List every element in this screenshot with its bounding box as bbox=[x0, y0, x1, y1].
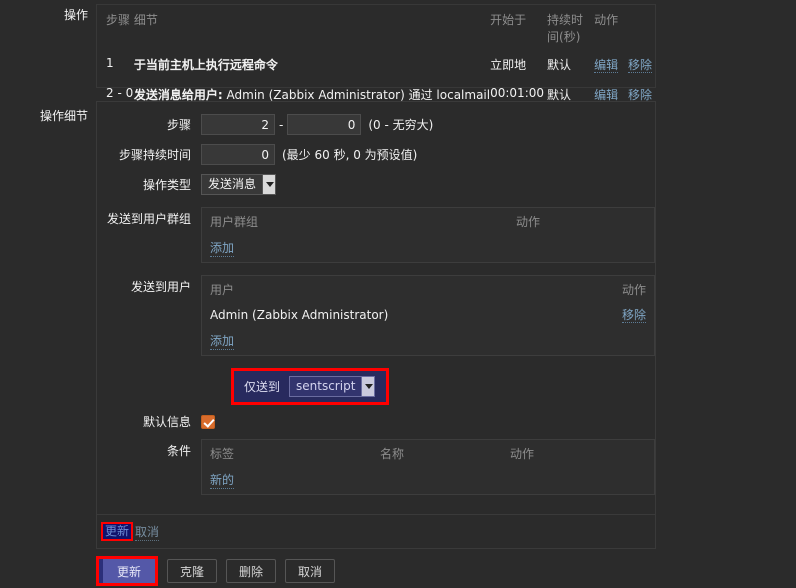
add-user-link[interactable]: 添加 bbox=[210, 332, 235, 350]
send-only-to-label: 仅送到 bbox=[244, 380, 281, 394]
zabbix-action-operations-page: 操作 步骤 细节 开始于 持续时间(秒) 动作 1 于当前主机上执行远程命令 立… bbox=[0, 0, 796, 588]
operation-type-select[interactable]: 发送消息 bbox=[201, 174, 277, 195]
col-user: 用户 bbox=[210, 282, 235, 297]
col-duration: 持续时间(秒) bbox=[547, 13, 584, 44]
send-to-user-groups-row: 发送到用户群组 用户群组 动作 添加 bbox=[97, 207, 655, 263]
cancel-operation-link[interactable]: 取消 bbox=[135, 523, 160, 541]
users-table: 用户 动作 Admin (Zabbix Administrator) 移除 添加 bbox=[201, 275, 655, 356]
users-table-header: 用户 动作 bbox=[202, 276, 654, 302]
chevron-down-icon[interactable] bbox=[262, 175, 276, 194]
col-action: 动作 bbox=[510, 446, 535, 461]
remove-link[interactable]: 移除 bbox=[627, 58, 652, 73]
col-user-group: 用户群组 bbox=[210, 214, 259, 229]
operations-section-label: 操作 bbox=[63, 8, 88, 22]
clone-button[interactable]: 克隆 bbox=[167, 559, 218, 583]
add-user-group-link[interactable]: 添加 bbox=[210, 239, 235, 257]
operations-panel: 步骤 细节 开始于 持续时间(秒) 动作 1 于当前主机上执行远程命令 立即地 … bbox=[96, 4, 656, 103]
update-button[interactable]: 更新 bbox=[103, 559, 155, 583]
new-condition-link[interactable]: 新的 bbox=[210, 471, 235, 489]
table-row: Admin (Zabbix Administrator) 移除 bbox=[202, 302, 654, 327]
col-action: 动作 bbox=[594, 13, 619, 27]
update-operation-link[interactable]: 更新 bbox=[105, 524, 129, 538]
operation-type-row: 操作类型 发送消息 bbox=[97, 174, 655, 195]
edit-link[interactable]: 编辑 bbox=[594, 58, 619, 73]
default-message-checkbox[interactable] bbox=[201, 414, 215, 429]
user-groups-table: 用户群组 动作 添加 bbox=[201, 207, 655, 263]
conditions-table-header: 标签 名称 动作 bbox=[202, 440, 654, 466]
col-start: 开始于 bbox=[490, 13, 527, 27]
users-add-row: 添加 bbox=[202, 327, 654, 355]
col-action: 动作 bbox=[621, 282, 646, 297]
operation-details-section-label: 操作细节 bbox=[39, 109, 88, 123]
chevron-down-icon[interactable] bbox=[361, 377, 375, 396]
user-groups-add-row: 添加 bbox=[202, 234, 654, 262]
row-actions: 编辑 移除 bbox=[594, 50, 655, 80]
step-duration-row: 步骤持续时间 (最少 60 秒, 0 为预设值) bbox=[97, 144, 655, 165]
col-label: 标签 bbox=[210, 446, 235, 461]
user-action: 移除 bbox=[590, 306, 646, 323]
row-step: 1 bbox=[106, 56, 114, 70]
user-groups-table-header: 用户群组 动作 bbox=[202, 208, 654, 234]
send-only-to-select[interactable]: sentscript bbox=[289, 376, 376, 397]
step-label: 步骤 bbox=[166, 118, 191, 132]
operation-type-label: 操作类型 bbox=[142, 178, 191, 192]
delete-button[interactable]: 删除 bbox=[226, 559, 277, 583]
operations-table: 步骤 细节 开始于 持续时间(秒) 动作 1 于当前主机上执行远程命令 立即地 … bbox=[97, 5, 655, 110]
table-row: 1 于当前主机上执行远程命令 立即地 默认 编辑 移除 bbox=[97, 50, 655, 80]
step-range-dash: - bbox=[279, 117, 284, 132]
conditions-table: 标签 名称 动作 新的 bbox=[201, 439, 655, 495]
default-message-row: 默认信息 bbox=[97, 413, 655, 430]
operation-details-panel: 步骤 - (0 - 无穷大) 步骤持续时间 (最少 60 秒, 0 为预设值) … bbox=[96, 101, 656, 549]
conditions-add-row: 新的 bbox=[202, 466, 654, 494]
send-to-users-row: 发送到用户 用户 动作 Admin (Zabbix Administrator)… bbox=[97, 275, 655, 356]
form-button-bar: 更新 克隆 删除 取消 bbox=[96, 556, 336, 586]
row-start: 立即地 bbox=[490, 58, 527, 72]
send-only-to-highlight: 仅送到 sentscript bbox=[231, 368, 389, 405]
cancel-button[interactable]: 取消 bbox=[285, 559, 336, 583]
row-duration: 默认 bbox=[547, 58, 572, 72]
remove-user-link[interactable]: 移除 bbox=[621, 308, 646, 323]
step-row: 步骤 - (0 - 无穷大) bbox=[97, 114, 655, 135]
conditions-label: 条件 bbox=[166, 444, 191, 458]
step-from-input[interactable] bbox=[201, 114, 275, 135]
col-step: 步骤 bbox=[106, 13, 131, 27]
step-duration-label: 步骤持续时间 bbox=[118, 148, 191, 162]
send-to-user-groups-label: 发送到用户群组 bbox=[106, 212, 191, 226]
operation-details-footer: 更新 取消 bbox=[97, 514, 655, 548]
default-message-label: 默认信息 bbox=[142, 415, 191, 429]
send-only-to-value: sentscript bbox=[296, 379, 356, 393]
operation-type-value: 发送消息 bbox=[208, 177, 257, 191]
send-to-users-label: 发送到用户 bbox=[130, 280, 191, 294]
step-duration-input[interactable] bbox=[201, 144, 275, 165]
row-detail: 于当前主机上执行远程命令 bbox=[133, 58, 278, 72]
operations-table-header: 步骤 细节 开始于 持续时间(秒) 动作 bbox=[97, 5, 655, 50]
col-detail: 细节 bbox=[133, 13, 158, 27]
user-name: Admin (Zabbix Administrator) bbox=[210, 307, 389, 322]
step-to-input[interactable] bbox=[287, 114, 362, 135]
conditions-row: 条件 标签 名称 动作 新的 bbox=[97, 439, 655, 495]
update-link-highlight: 更新 bbox=[101, 522, 134, 541]
row-detail-text: Admin (Zabbix Administrator) 通过 localmai… bbox=[222, 88, 491, 102]
col-action: 动作 bbox=[516, 214, 541, 229]
send-only-to-row: 仅送到 sentscript bbox=[231, 368, 389, 405]
col-name: 名称 bbox=[380, 446, 405, 461]
update-button-highlight: 更新 bbox=[96, 556, 158, 586]
row-detail-bold: 发送消息给用户: bbox=[133, 88, 223, 102]
step-duration-hint: (最少 60 秒, 0 为预设值) bbox=[282, 148, 418, 162]
step-hint: (0 - 无穷大) bbox=[368, 118, 434, 132]
